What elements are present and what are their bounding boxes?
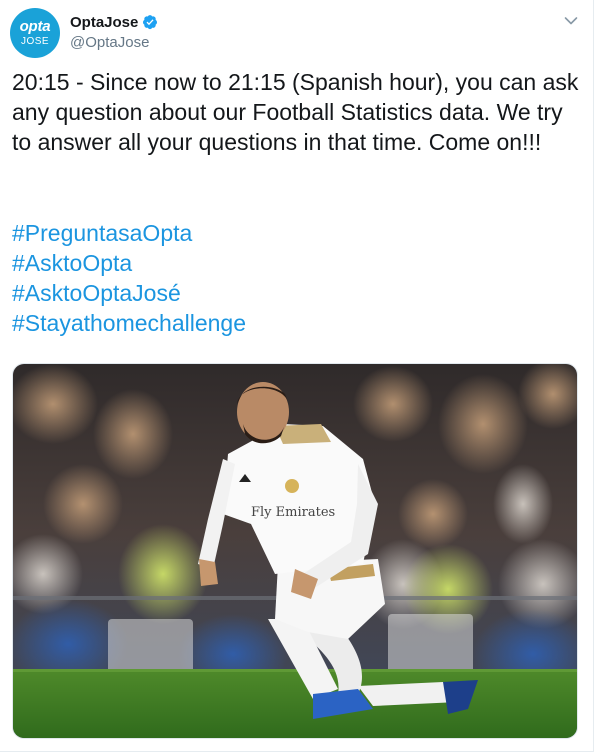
- hashtag-list: #PreguntasaOpta #AsktoOpta #AsktoOptaJos…: [12, 218, 582, 338]
- avatar[interactable]: opta JOSE: [10, 8, 60, 58]
- author-handle[interactable]: @OptaJose: [70, 34, 149, 51]
- shirt-sponsor: Fly Emirates: [251, 505, 335, 520]
- tweet-text: 20:15 - Since now to 21:15 (Spanish hour…: [12, 69, 579, 155]
- hashtag-link[interactable]: #AsktoOptaJosé: [12, 278, 582, 308]
- avatar-logo-subtext: JOSE: [20, 36, 50, 47]
- chevron-down-icon[interactable]: [562, 12, 580, 30]
- tweet-card: opta JOSE OptaJose @OptaJose 20:15 - Sin…: [0, 0, 594, 752]
- verified-badge-icon: [142, 14, 158, 30]
- hashtag-link[interactable]: #PreguntasaOpta: [12, 218, 582, 248]
- avatar-logo-text: opta: [19, 18, 51, 35]
- hashtag-link[interactable]: #AsktoOpta: [12, 248, 582, 278]
- author-name-row: OptaJose: [70, 13, 158, 31]
- display-name[interactable]: OptaJose: [70, 14, 138, 31]
- hashtag-link[interactable]: #Stayathomechallenge: [12, 308, 582, 338]
- tweet-photo[interactable]: Fly Emirates: [12, 363, 578, 739]
